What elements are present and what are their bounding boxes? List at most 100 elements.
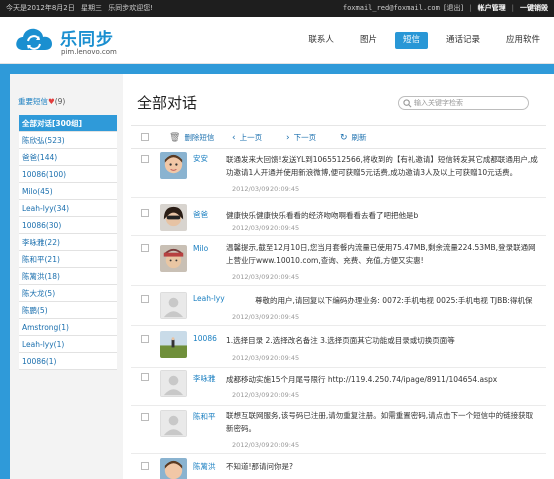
message-date: 2012/03/09 (232, 185, 270, 193)
message-sender[interactable]: 陈篱洪 (193, 461, 216, 472)
toolbar: 🗑 删除短信 ‹ 上一页 › 下一页 ↻ 刷新 (131, 125, 546, 149)
important-sms-link[interactable]: 重要短信♥(9) (18, 96, 65, 107)
message-sender[interactable]: Leah-lyy (193, 294, 225, 303)
weekday-text: 星期三 (80, 4, 102, 12)
logout-link[interactable]: 一键销毁 (520, 0, 548, 17)
sidebar-item-contact[interactable]: 10086(30) (19, 217, 117, 234)
avatar-photo-child (160, 152, 187, 179)
sidebar-item-contact[interactable]: 陈欣弘(523) (19, 132, 117, 149)
sidebar-item-contact[interactable]: 爸爸(144) (19, 149, 117, 166)
sidebar-item-contact[interactable]: 10086(1) (19, 353, 117, 370)
message-row[interactable]: 爸爸 健康快乐健康快乐看看的经济吻吻啊看看去看了吧把他是b 2012/03/09… (131, 198, 546, 236)
avatar-placeholder-icon (160, 410, 187, 437)
message-text: 尊敬的用户,请回复以下编码办理业务: 0072:手机电视 0025:手机电视 T… (255, 296, 533, 305)
message-checkbox[interactable] (141, 209, 149, 217)
message-time: 20:09:45 (270, 313, 300, 321)
message-sender[interactable]: 李咏雅 (193, 373, 216, 384)
message-checkbox[interactable] (141, 373, 149, 381)
message-checkbox[interactable] (141, 295, 149, 303)
top-bar-right: foxmail_red@foxmail.com [退出] | 帐户管理 | 一键… (343, 0, 548, 17)
date-text: 今天是2012年8月2日 (6, 4, 75, 12)
refresh-button[interactable]: ↻ 刷新 (340, 131, 367, 145)
message-row[interactable]: 李咏雅 成都移动实施15个月尾号限行 http://119.4.250.74/i… (131, 368, 546, 406)
nav-contacts[interactable]: 联系人 (300, 32, 342, 49)
prev-page-button[interactable]: ‹ 上一页 (232, 131, 262, 145)
message-time: 20:09:45 (270, 224, 300, 232)
heart-icon: ♥ (48, 97, 55, 106)
message-row[interactable]: Milo 温馨提示,截至12月10日,您当月套餐内流量已使用75.47MB,剩余… (131, 236, 546, 286)
message-sender[interactable]: Milo (193, 244, 208, 253)
refresh-label: 刷新 (351, 133, 367, 142)
message-time: 20:09:45 (270, 273, 300, 281)
next-page-button[interactable]: › 下一页 (286, 131, 316, 145)
message-time: 20:09:45 (270, 441, 300, 449)
search-input[interactable]: 输入关键字检索 (398, 96, 529, 110)
sidebar-item-contact[interactable]: 陈大龙(5) (19, 285, 117, 302)
sidebar-item-contact[interactable]: 陈篱洪(18) (19, 268, 117, 285)
message-date: 2012/03/09 (232, 441, 270, 449)
delete-sms-button[interactable]: 🗑 删除短信 (169, 131, 214, 145)
message-time: 20:09:45 (270, 391, 300, 399)
sidebar-item-contact[interactable]: 李咏雅(22) (19, 234, 117, 251)
message-row[interactable]: Leah-lyy 尊敬的用户,请回复以下编码办理业务: 0072:手机电视 00… (131, 286, 546, 326)
sidebar-item-contact[interactable]: Milo(45) (19, 183, 117, 200)
message-date: 2012/03/09 (232, 224, 270, 232)
message-text: 联通发来大回馈!发送YL到1065512566,将收到的【有礼邀请】短信转发其它… (226, 155, 538, 177)
nav-photos[interactable]: 图片 (352, 32, 385, 49)
message-date: 2012/03/09 (232, 273, 270, 281)
message-sender[interactable]: 陈和平 (193, 411, 216, 422)
next-page-label: 下一页 (293, 133, 317, 142)
avatar-photo-man (160, 245, 187, 272)
message-row[interactable]: 10086 1.选择目录 2.选择改名备注 3.选择页面其它功能或目录或切换页面… (131, 326, 546, 368)
refresh-icon: ↻ (340, 133, 348, 143)
message-checkbox[interactable] (141, 462, 149, 470)
message-checkbox[interactable] (141, 244, 149, 252)
message-sender[interactable]: 安安 (193, 153, 208, 164)
message-checkbox[interactable] (141, 155, 149, 163)
message-row[interactable]: 陈篱洪 不知道!那请问你是? (131, 454, 546, 479)
account-management-link[interactable]: 帐户管理 (478, 0, 506, 17)
main-nav: 联系人 图片 短信 通话记录 应用软件 (294, 32, 548, 49)
nav-sms[interactable]: 短信 (394, 32, 428, 49)
sidebar-item-all-conversations[interactable]: 全部对话[300组] (19, 115, 117, 132)
select-all-checkbox[interactable] (141, 133, 149, 141)
logo-text: 乐同步 (60, 30, 114, 50)
message-row[interactable]: 安安 联通发来大回馈!发送YL到1065512566,将收到的【有礼邀请】短信转… (131, 150, 546, 198)
message-text: 联想互联网服务,该号码已注册,请勿重复注册。如需重置密码,请点击下一个短信中的链… (226, 411, 534, 433)
sidebar-item-contact[interactable]: Leah-lyy(1) (19, 336, 117, 353)
message-text: 健康快乐健康快乐看看的经济吻吻啊看看去看了吧把他是b (226, 211, 419, 220)
divider: | (469, 4, 472, 12)
message-date: 2012/03/09 (232, 391, 270, 399)
message-row[interactable]: 陈和平 联想互联网服务,该号码已注册,请勿重复注册。如需重置密码,请点击下一个短… (131, 406, 546, 454)
important-sms-count: (9) (54, 97, 66, 106)
avatar-placeholder-icon (160, 370, 187, 397)
message-text: 1.选择目录 2.选择改名备注 3.选择页面其它功能或目录或切换页面等 (226, 336, 455, 345)
sidebar-item-contact[interactable]: Leah-lyy(34) (19, 200, 117, 217)
search-icon (403, 99, 412, 108)
message-text: 不知道!那请问你是? (226, 462, 293, 471)
sidebar-item-contact[interactable]: Amstrong(1) (19, 319, 117, 336)
message-checkbox[interactable] (141, 413, 149, 421)
message-time: 20:09:45 (270, 185, 300, 193)
avatar-photo-field (160, 331, 187, 358)
message-text: 成都移动实施15个月尾号限行 http://119.4.250.74/ipage… (226, 375, 498, 384)
avatar-placeholder-icon (160, 292, 187, 319)
nav-call-log[interactable]: 通话记录 (438, 32, 488, 49)
sidebar-item-contact[interactable]: 陈鹏(5) (19, 302, 117, 319)
sidebar-item-contact[interactable]: 10086(100) (19, 166, 117, 183)
cloud-sync-logo-icon (16, 28, 52, 50)
message-sender[interactable]: 爸爸 (193, 209, 208, 220)
prev-page-label: 上一页 (239, 133, 263, 142)
message-checkbox[interactable] (141, 335, 149, 343)
welcome-text: 乐同步欢迎您! (108, 4, 154, 12)
message-sender[interactable]: 10086 (193, 334, 217, 343)
message-time: 20:09:45 (270, 354, 300, 362)
divider: | (511, 4, 514, 12)
search-placeholder: 输入关键字检索 (414, 99, 463, 107)
page-title: 全部对话 (137, 94, 198, 112)
message-date: 2012/03/09 (232, 354, 270, 362)
chevron-right-icon: › (286, 133, 290, 143)
nav-apps[interactable]: 应用软件 (498, 32, 548, 49)
logout-short-link[interactable]: [退出] (444, 0, 463, 17)
sidebar-item-contact[interactable]: 陈和平(21) (19, 251, 117, 268)
